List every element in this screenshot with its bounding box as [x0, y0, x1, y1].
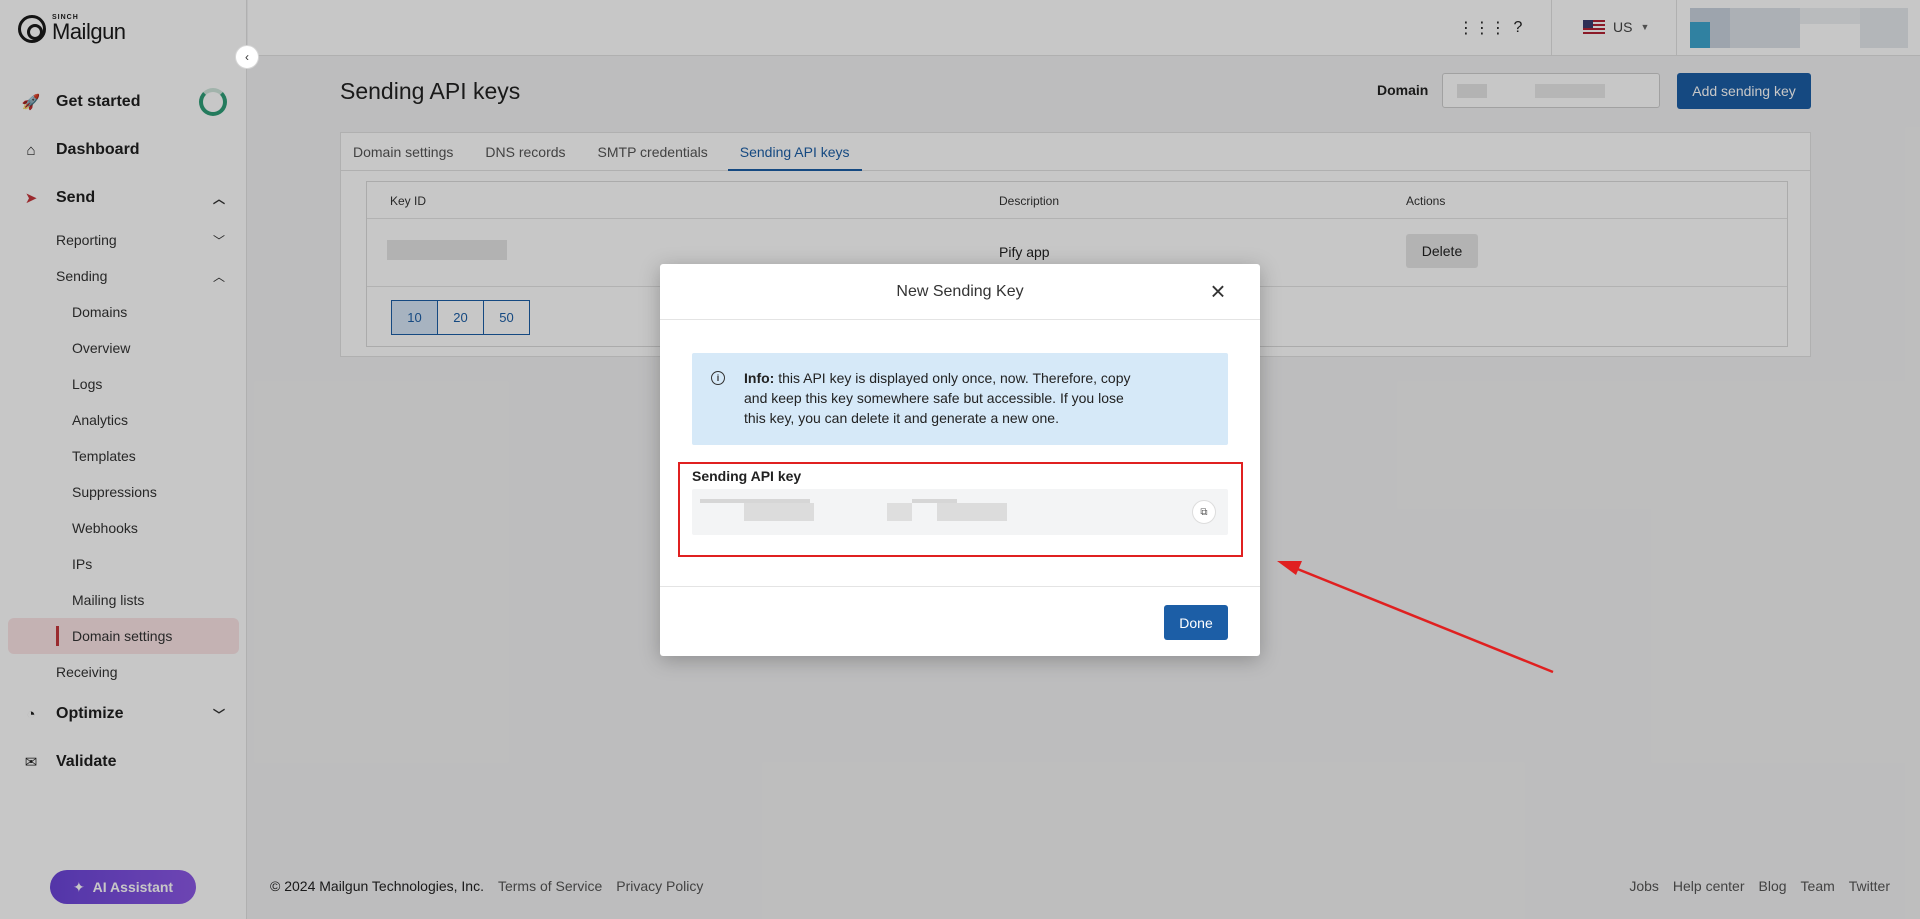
- collapse-sidebar-button[interactable]: ‹: [235, 45, 259, 69]
- info-label: Info:: [744, 370, 775, 386]
- info-icon: i: [711, 371, 725, 385]
- sending-api-key-label: Sending API key: [692, 468, 802, 484]
- chevron-left-icon: ‹: [245, 50, 249, 64]
- modal-title: New Sending Key: [896, 282, 1024, 300]
- modal-header: New Sending Key ×: [660, 264, 1260, 320]
- copy-icon[interactable]: ⧉: [1192, 500, 1216, 524]
- close-icon[interactable]: ×: [1206, 278, 1230, 304]
- done-button[interactable]: Done: [1164, 605, 1228, 640]
- key-blur-block: [744, 503, 814, 521]
- modal-footer: Done: [660, 586, 1260, 656]
- key-blur-block: [937, 503, 1007, 521]
- sending-api-key-field[interactable]: ⧉: [692, 489, 1228, 535]
- new-sending-key-modal: New Sending Key × i Info: this API key i…: [660, 264, 1260, 656]
- info-banner: i Info: this API key is displayed only o…: [692, 353, 1228, 445]
- info-message: Info: this API key is displayed only onc…: [744, 368, 1144, 428]
- key-blur-block: [887, 503, 912, 521]
- info-body: this API key is displayed only once, now…: [744, 370, 1131, 426]
